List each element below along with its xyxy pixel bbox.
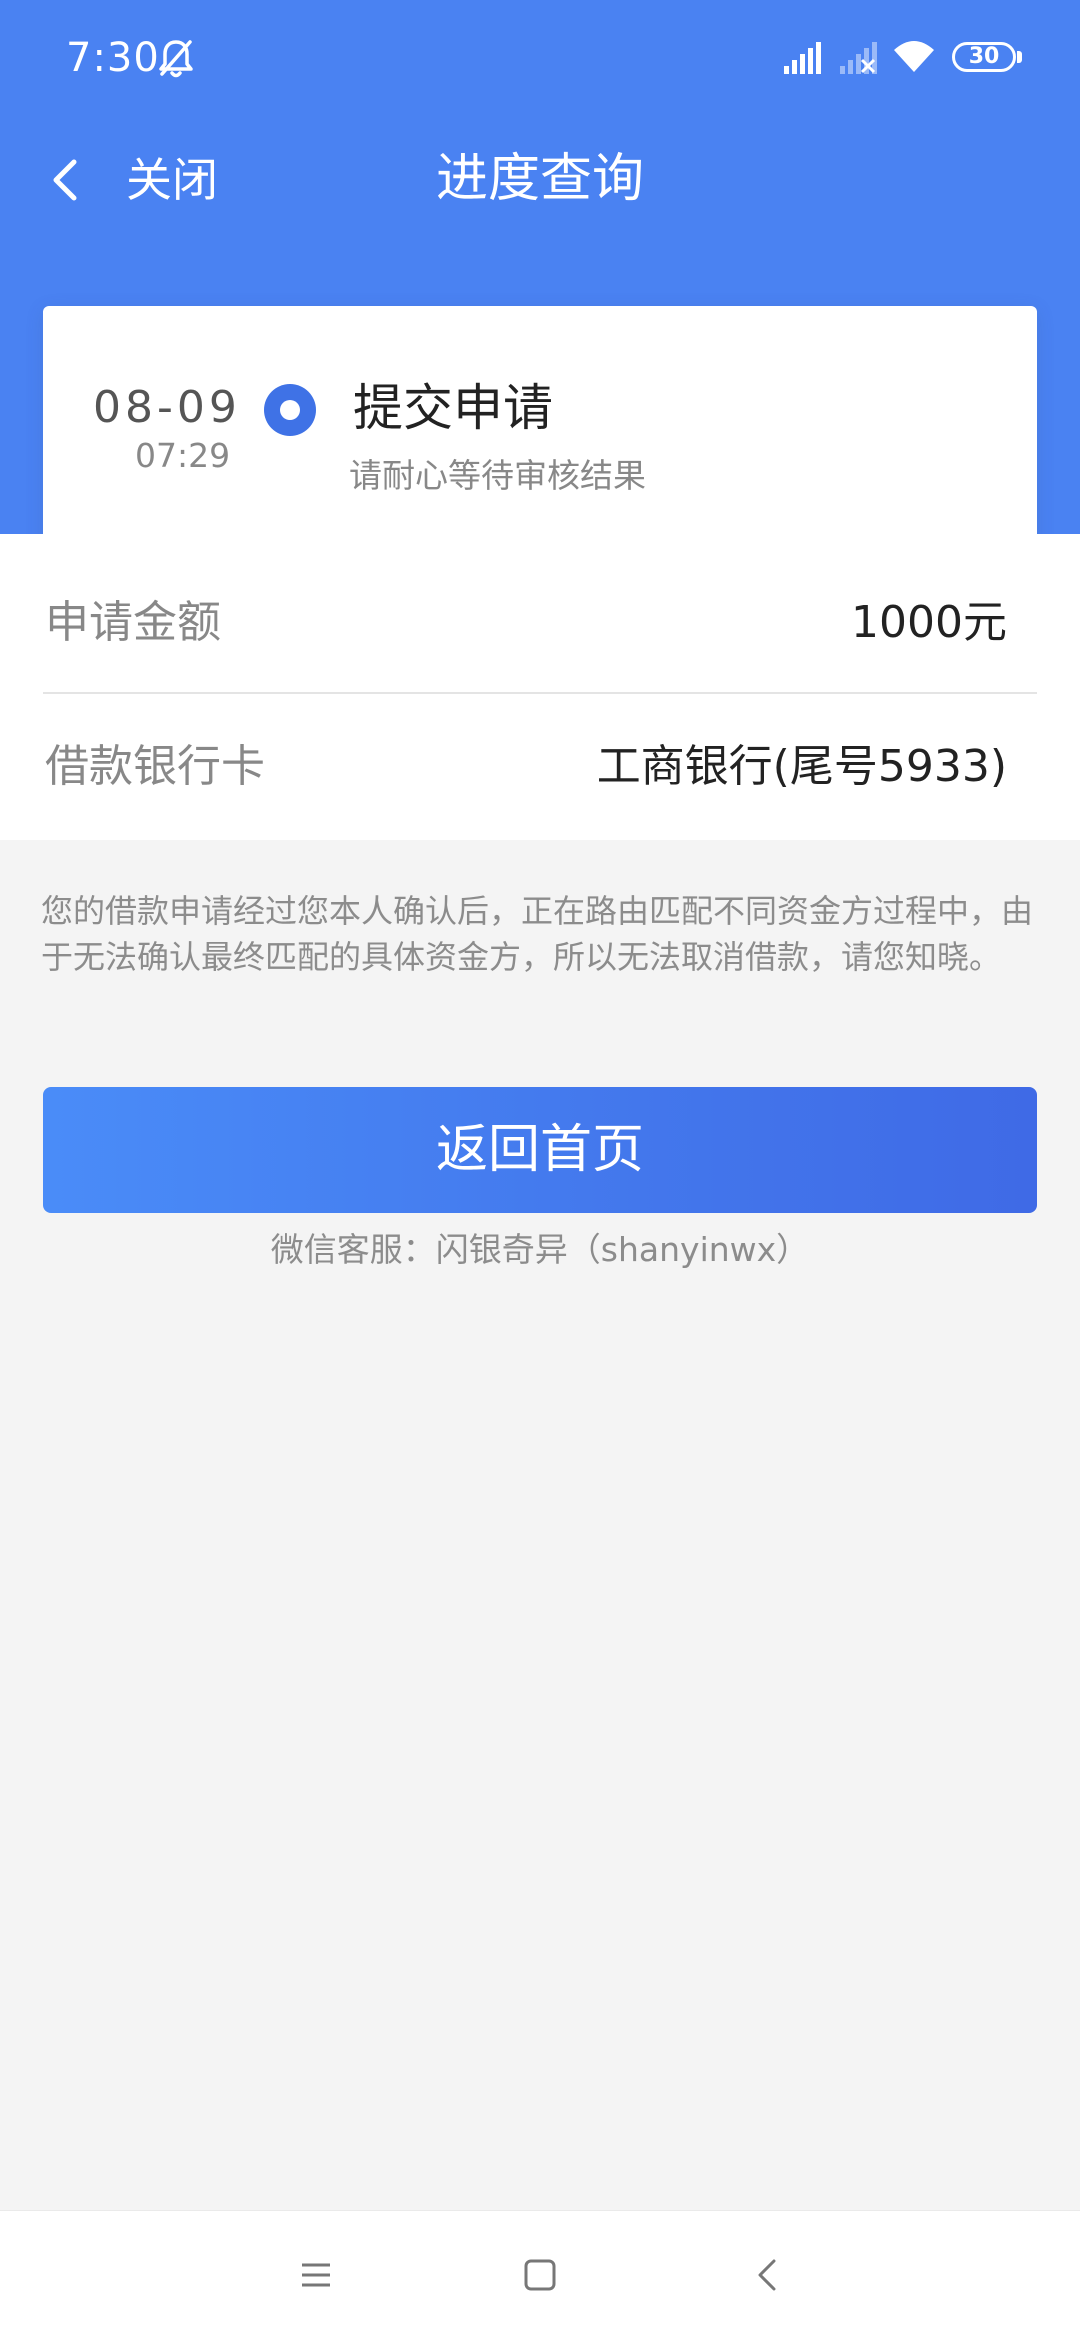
battery-level: 30: [968, 44, 1000, 69]
notice-text: 您的借款申请经过您本人确认后，正在路由匹配不同资金方过程中，由于无法确认最终匹配…: [41, 892, 1034, 976]
loan-details: 申请金额 1000元 借款银行卡 工商银行(尾号5933): [0, 534, 1080, 840]
bank-card-row: 借款银行卡 工商银行(尾号5933): [43, 694, 1037, 840]
back-triangle-icon[interactable]: [748, 2255, 788, 2295]
signal-no-service-icon: [840, 42, 877, 74]
amount-row: 申请金额 1000元: [43, 534, 1037, 694]
signal-icon: [784, 42, 821, 74]
home-square-icon[interactable]: [520, 2255, 560, 2295]
wifi-icon: [894, 41, 934, 72]
bell-off-icon: [159, 40, 193, 78]
amount-value: 1000元: [851, 597, 1007, 648]
page-title: 进度查询: [435, 149, 644, 209]
progress-card: 08-09 07:29 提交申请 请耐心等待审核结果: [43, 306, 1037, 568]
step-indicator-icon: [264, 384, 316, 436]
step-title: 提交申请: [353, 379, 553, 437]
step-description: 请耐心等待审核结果: [349, 456, 646, 495]
menu-icon[interactable]: [296, 2255, 336, 2295]
status-time: 7:30: [66, 35, 160, 81]
status-bar: 7:30 30: [0, 0, 1080, 116]
progress-time: 07:29: [135, 436, 231, 475]
bank-card-label: 借款银行卡: [45, 741, 265, 792]
customer-service-text: 微信客服：闪银奇异（shanyinwx）: [270, 1230, 810, 1269]
battery-tip: [1017, 51, 1022, 63]
progress-date: 08-09: [93, 382, 241, 433]
system-nav-bar: [0, 2210, 1080, 2341]
amount-label: 申请金额: [45, 597, 221, 648]
return-home-button[interactable]: 返回首页: [43, 1087, 1037, 1213]
bank-card-value: 工商银行(尾号5933): [596, 741, 1007, 792]
battery-icon: 30: [952, 42, 1016, 72]
